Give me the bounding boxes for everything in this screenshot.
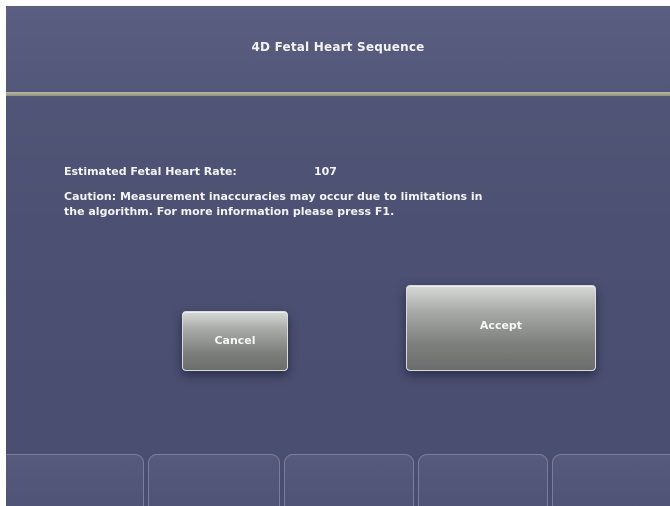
heart-rate-row: Estimated Fetal Heart Rate: 107 — [64, 164, 544, 179]
heart-rate-label: Estimated Fetal Heart Rate: — [64, 165, 237, 178]
cancel-button[interactable]: Cancel — [182, 311, 288, 371]
softkey-4[interactable] — [418, 454, 548, 506]
softkey-1[interactable] — [6, 454, 144, 506]
dialog-title: 4D Fetal Heart Sequence — [251, 40, 425, 54]
accept-button[interactable]: Accept — [406, 285, 596, 371]
softkey-2[interactable] — [148, 454, 280, 506]
caution-text: Caution: Measurement inaccuracies may oc… — [64, 190, 483, 218]
title-bar: 4D Fetal Heart Sequence — [6, 6, 670, 92]
heart-rate-value: 107 — [314, 165, 337, 178]
dialog-content: Estimated Fetal Heart Rate: 107 Caution:… — [64, 164, 544, 219]
softkey-3[interactable] — [284, 454, 414, 506]
softkey-bar — [6, 454, 670, 506]
dialog-window: 4D Fetal Heart Sequence Estimated Fetal … — [6, 6, 670, 506]
softkey-5[interactable] — [552, 454, 670, 506]
title-divider — [6, 92, 670, 96]
